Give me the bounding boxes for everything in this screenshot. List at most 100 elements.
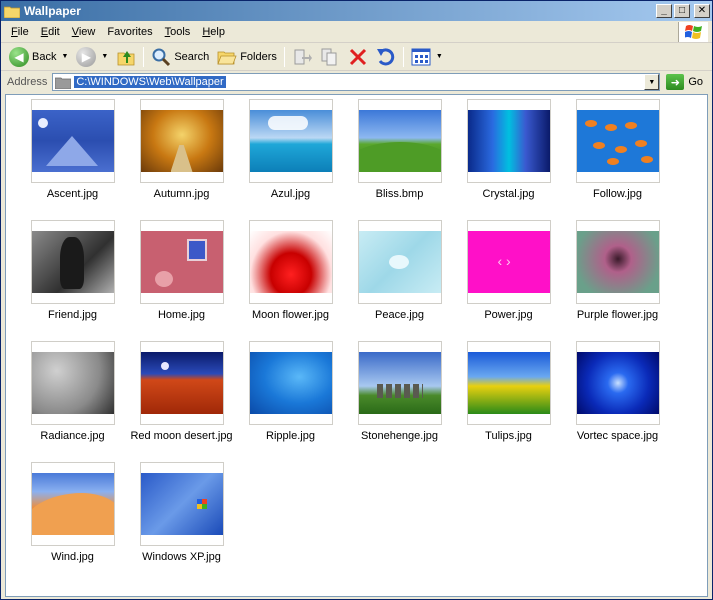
file-item[interactable]: Crystal.jpg <box>454 99 563 220</box>
file-item[interactable]: Follow.jpg <box>563 99 672 220</box>
file-name[interactable]: Autumn.jpg <box>154 188 210 200</box>
thumbnail-frame[interactable] <box>248 341 333 425</box>
folders-button[interactable]: Folders <box>213 45 281 69</box>
file-name[interactable]: Radiance.jpg <box>40 430 104 442</box>
minimize-button[interactable]: _ <box>656 4 672 18</box>
thumbnail-frame[interactable] <box>466 99 551 183</box>
folder-icon <box>55 77 72 89</box>
windows-logo-icon <box>678 22 708 42</box>
file-name[interactable]: Power.jpg <box>484 309 532 321</box>
file-item[interactable]: Moon flower.jpg <box>236 220 345 341</box>
file-name[interactable]: Home.jpg <box>158 309 205 321</box>
thumbnail-frame[interactable] <box>575 99 660 183</box>
forward-button[interactable]: ▶ ▼ <box>72 45 112 69</box>
thumbnail-frame[interactable] <box>466 220 551 304</box>
file-item[interactable]: Home.jpg <box>127 220 236 341</box>
file-item[interactable]: Ascent.jpg <box>18 99 127 220</box>
delete-button[interactable] <box>344 45 372 69</box>
file-item[interactable]: Radiance.jpg <box>18 341 127 462</box>
back-dropdown-icon[interactable]: ▼ <box>61 53 68 60</box>
file-item[interactable]: Purple flower.jpg <box>563 220 672 341</box>
thumbnail-frame[interactable] <box>466 341 551 425</box>
back-arrow-icon: ◀ <box>9 46 29 67</box>
file-item[interactable]: Bliss.bmp <box>345 99 454 220</box>
menu-tools[interactable]: Tools <box>159 24 197 40</box>
file-name[interactable]: Azul.jpg <box>271 188 310 200</box>
toolbar-separator <box>143 46 145 67</box>
file-name[interactable]: Moon flower.jpg <box>252 309 329 321</box>
file-item[interactable]: Peace.jpg <box>345 220 454 341</box>
title-bar[interactable]: Wallpaper _ □ ✕ <box>1 1 712 21</box>
address-dropdown-icon[interactable]: ▼ <box>644 74 660 90</box>
menu-file[interactable]: File <box>5 24 35 40</box>
file-name[interactable]: Follow.jpg <box>593 188 642 200</box>
views-button[interactable]: ▼ <box>407 45 447 69</box>
magnifier-icon <box>152 48 171 66</box>
file-item[interactable]: Ripple.jpg <box>236 341 345 462</box>
file-name[interactable]: Windows XP.jpg <box>142 551 221 563</box>
thumbnail-image <box>467 110 550 172</box>
file-item[interactable]: Vortec space.jpg <box>563 341 672 462</box>
file-item[interactable]: Red moon desert.jpg <box>127 341 236 462</box>
thumbnail-image <box>467 231 550 293</box>
menu-help[interactable]: Help <box>196 24 231 40</box>
menu-view[interactable]: View <box>66 24 102 40</box>
up-button[interactable] <box>112 45 140 69</box>
close-button[interactable]: ✕ <box>694 4 710 18</box>
thumbnail-frame[interactable] <box>248 99 333 183</box>
file-name[interactable]: Tulips.jpg <box>485 430 532 442</box>
thumbnail-frame[interactable] <box>575 220 660 304</box>
file-name[interactable]: Vortec space.jpg <box>577 430 658 442</box>
thumbnail-image <box>31 352 114 414</box>
thumbnail-frame[interactable] <box>357 220 442 304</box>
forward-dropdown-icon[interactable]: ▼ <box>101 53 108 60</box>
undo-button[interactable] <box>372 45 400 69</box>
thumbnail-frame[interactable] <box>575 341 660 425</box>
thumbnail-frame[interactable] <box>30 462 115 546</box>
file-name[interactable]: Ripple.jpg <box>266 430 315 442</box>
thumbnail-image <box>140 110 223 172</box>
views-dropdown-icon[interactable]: ▼ <box>436 53 443 60</box>
thumbnail-frame[interactable] <box>357 341 442 425</box>
thumbnail-image <box>249 352 332 414</box>
file-item[interactable]: Azul.jpg <box>236 99 345 220</box>
move-to-button[interactable] <box>288 45 316 69</box>
file-item[interactable]: Wind.jpg <box>18 462 127 583</box>
file-item[interactable]: Friend.jpg <box>18 220 127 341</box>
file-name[interactable]: Purple flower.jpg <box>577 309 658 321</box>
thumbnail-frame[interactable] <box>30 341 115 425</box>
thumbnail-frame[interactable] <box>139 341 224 425</box>
address-path[interactable]: C:\WINDOWS\Web\Wallpaper <box>74 76 226 88</box>
thumbnail-frame[interactable] <box>248 220 333 304</box>
thumbnail-frame[interactable] <box>139 220 224 304</box>
thumbnail-frame[interactable] <box>357 99 442 183</box>
thumbnail-frame[interactable] <box>139 462 224 546</box>
file-item[interactable]: Tulips.jpg <box>454 341 563 462</box>
file-name[interactable]: Stonehenge.jpg <box>361 430 438 442</box>
copy-to-button[interactable] <box>316 45 344 69</box>
menu-favorites[interactable]: Favorites <box>101 24 158 40</box>
file-item[interactable]: Windows XP.jpg <box>127 462 236 583</box>
maximize-button[interactable]: □ <box>674 4 690 18</box>
file-view[interactable]: Ascent.jpg Autumn.jpg Azul.jpg Bliss.bmp Cry… <box>5 94 708 597</box>
search-label: Search <box>174 50 210 63</box>
file-item[interactable]: Power.jpg <box>454 220 563 341</box>
go-button[interactable]: ➜ Go <box>666 74 703 90</box>
file-name[interactable]: Ascent.jpg <box>47 188 98 200</box>
search-button[interactable]: Search <box>147 45 213 69</box>
thumbnail-image <box>249 110 332 172</box>
back-button[interactable]: ◀ Back ▼ <box>5 45 72 69</box>
file-name[interactable]: Red moon desert.jpg <box>130 430 232 442</box>
file-name[interactable]: Friend.jpg <box>48 309 97 321</box>
file-name[interactable]: Bliss.bmp <box>376 188 424 200</box>
file-name[interactable]: Peace.jpg <box>375 309 424 321</box>
file-name[interactable]: Crystal.jpg <box>483 188 535 200</box>
thumbnail-frame[interactable] <box>30 220 115 304</box>
address-input[interactable]: C:\WINDOWS\Web\Wallpaper ▼ <box>52 73 661 91</box>
menu-edit[interactable]: Edit <box>35 24 66 40</box>
file-name[interactable]: Wind.jpg <box>51 551 94 563</box>
file-item[interactable]: Autumn.jpg <box>127 99 236 220</box>
file-item[interactable]: Stonehenge.jpg <box>345 341 454 462</box>
thumbnail-frame[interactable] <box>30 99 115 183</box>
thumbnail-frame[interactable] <box>139 99 224 183</box>
